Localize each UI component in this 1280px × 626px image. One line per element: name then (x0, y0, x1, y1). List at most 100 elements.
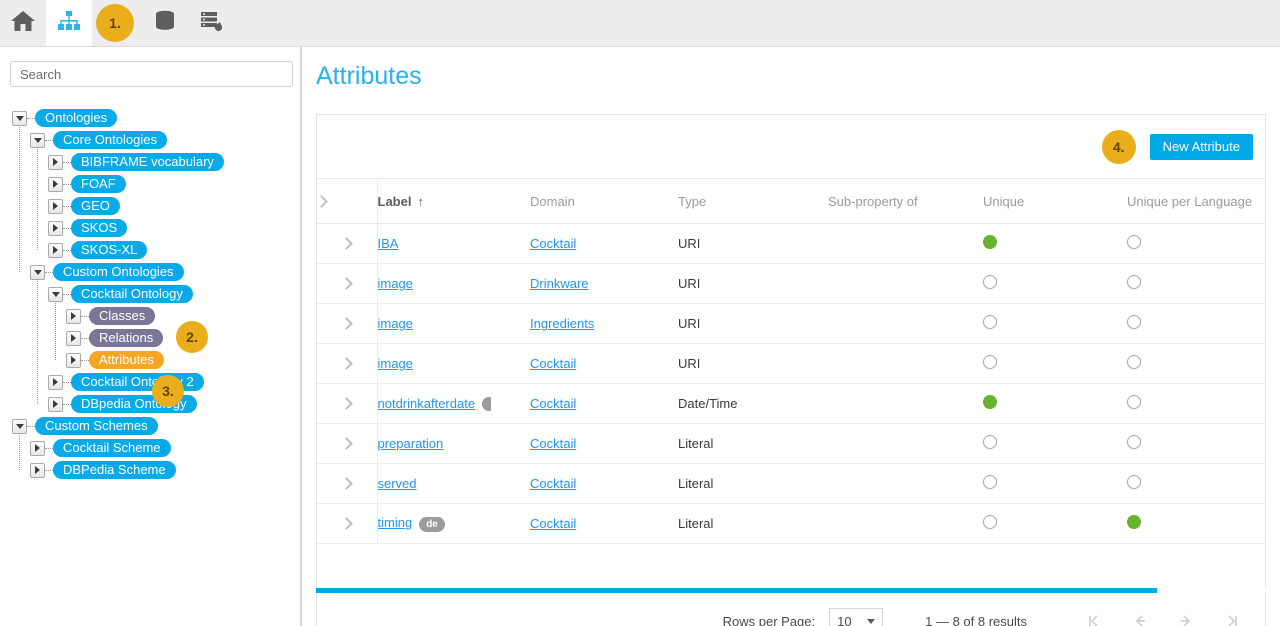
expand-toggle-icon[interactable] (66, 309, 81, 324)
collapse-toggle-icon[interactable] (30, 133, 45, 148)
server-tab[interactable] (188, 0, 234, 46)
row-expand-cell[interactable] (317, 224, 377, 264)
chevron-right-icon[interactable] (340, 397, 353, 410)
chevron-right-icon[interactable] (340, 317, 353, 330)
row-expand-cell[interactable] (317, 344, 377, 384)
expand-toggle-icon[interactable] (66, 331, 81, 346)
column-header-sub[interactable]: Sub-property of (828, 179, 983, 224)
tree-item-label[interactable]: Core Ontologies (53, 131, 167, 149)
first-page-button[interactable] (1071, 606, 1117, 626)
tree-item-label[interactable]: Custom Schemes (35, 417, 158, 435)
expand-all-header[interactable] (317, 179, 377, 224)
row-expand-cell[interactable] (317, 384, 377, 424)
column-header-label[interactable]: Label↑ (377, 179, 530, 224)
attribute-label-link[interactable]: timing (378, 515, 413, 530)
tree-item-label[interactable]: BIBFRAME vocabulary (71, 153, 224, 171)
attribute-label-link[interactable]: notdrinkafterdate (378, 396, 476, 411)
table-row[interactable]: imageCocktailURI (317, 344, 1266, 384)
expand-toggle-icon[interactable] (30, 463, 45, 478)
home-tab[interactable] (0, 0, 46, 46)
rows-per-page-select[interactable]: 10 (829, 608, 883, 626)
database-tab[interactable] (142, 0, 188, 46)
expand-toggle-icon[interactable] (66, 353, 81, 368)
next-page-button[interactable] (1163, 606, 1209, 626)
tree-item-label[interactable]: Attributes (89, 351, 164, 369)
new-attribute-button[interactable]: New Attribute (1150, 134, 1253, 160)
table-row[interactable]: imageIngredientsURI (317, 304, 1266, 344)
tree-item-label[interactable]: FOAF (71, 175, 126, 193)
tree-item-bibframe-vocabulary[interactable]: BIBFRAME vocabulary (10, 151, 288, 173)
tree-item-label[interactable]: Classes (89, 307, 155, 325)
tree-item-cocktail-ontology-2[interactable]: Cocktail Ontology 2 (10, 371, 288, 393)
expand-toggle-icon[interactable] (48, 243, 63, 258)
table-row[interactable]: imageDrinkwareURI (317, 264, 1266, 304)
attribute-label-link[interactable]: image (378, 276, 413, 291)
collapse-toggle-icon[interactable] (30, 265, 45, 280)
expand-toggle-icon[interactable] (48, 177, 63, 192)
search-input[interactable] (10, 61, 293, 87)
tree-item-label[interactable]: DBPedia Scheme (53, 461, 176, 479)
row-expand-cell[interactable] (317, 424, 377, 464)
tree-item-foaf[interactable]: FOAF (10, 173, 288, 195)
expand-toggle-icon[interactable] (48, 375, 63, 390)
tree-item-relations[interactable]: Relations (10, 327, 288, 349)
tree-item-custom-schemes[interactable]: Custom Schemes (10, 415, 288, 437)
expand-toggle-icon[interactable] (48, 155, 63, 170)
domain-link[interactable]: Cocktail (530, 476, 576, 491)
row-expand-cell[interactable] (317, 304, 377, 344)
tree-item-classes[interactable]: Classes (10, 305, 288, 327)
domain-link[interactable]: Cocktail (530, 236, 576, 251)
tree-item-ontologies[interactable]: Ontologies (10, 107, 288, 129)
expand-toggle-icon[interactable] (48, 397, 63, 412)
table-row[interactable]: IBACocktailURI (317, 224, 1266, 264)
collapse-toggle-icon[interactable] (12, 419, 27, 434)
tree-item-dbpedia-ontology[interactable]: DBpedia Ontology (10, 393, 288, 415)
table-row[interactable]: preparationCocktailLiteral (317, 424, 1266, 464)
tree-item-label[interactable]: Cocktail Scheme (53, 439, 171, 457)
chevron-right-icon[interactable] (340, 357, 353, 370)
prev-page-button[interactable] (1117, 606, 1163, 626)
tree-item-attributes[interactable]: Attributes (10, 349, 288, 371)
tree-item-label[interactable]: Relations (89, 329, 163, 347)
expand-toggle-icon[interactable] (48, 221, 63, 236)
expand-toggle-icon[interactable] (48, 199, 63, 214)
table-row[interactable]: timingdeCocktailLiteral (317, 504, 1266, 544)
hierarchy-tab[interactable] (46, 0, 92, 46)
column-header-unique[interactable]: Unique (983, 179, 1127, 224)
tree-item-label[interactable]: SKOS-XL (71, 241, 147, 259)
chevron-right-icon[interactable] (317, 195, 328, 208)
column-header-uniqlang[interactable]: Unique per Language (1127, 179, 1266, 224)
tree-item-skos[interactable]: SKOS (10, 217, 288, 239)
tree-item-label[interactable]: Custom Ontologies (53, 263, 184, 281)
domain-link[interactable]: Cocktail (530, 516, 576, 531)
tree-item-custom-ontologies[interactable]: Custom Ontologies (10, 261, 288, 283)
collapse-toggle-icon[interactable] (12, 111, 27, 126)
chevron-right-icon[interactable] (340, 277, 353, 290)
chevron-right-icon[interactable] (340, 477, 353, 490)
attribute-label-link[interactable]: image (378, 356, 413, 371)
domain-link[interactable]: Cocktail (530, 436, 576, 451)
tree-item-geo[interactable]: GEO (10, 195, 288, 217)
tree-item-label[interactable]: SKOS (71, 219, 127, 237)
column-header-type[interactable]: Type (678, 179, 828, 224)
attribute-label-link[interactable]: image (378, 316, 413, 331)
last-page-button[interactable] (1209, 606, 1255, 626)
domain-link[interactable]: Cocktail (530, 356, 576, 371)
chevron-right-icon[interactable] (340, 237, 353, 250)
attribute-label-link[interactable]: IBA (378, 236, 399, 251)
collapse-toggle-icon[interactable] (48, 287, 63, 302)
domain-link[interactable]: Ingredients (530, 316, 594, 331)
column-header-domain[interactable]: Domain (530, 179, 678, 224)
domain-link[interactable]: Cocktail (530, 396, 576, 411)
attribute-label-link[interactable]: preparation (378, 436, 444, 451)
row-expand-cell[interactable] (317, 264, 377, 304)
table-row[interactable]: notdrinkafterdateCocktailDate/Time (317, 384, 1266, 424)
attribute-label-link[interactable]: served (378, 476, 417, 491)
tree-item-label[interactable]: GEO (71, 197, 120, 215)
row-expand-cell[interactable] (317, 464, 377, 504)
chevron-right-icon[interactable] (340, 517, 353, 530)
chevron-right-icon[interactable] (340, 437, 353, 450)
tree-item-label[interactable]: Ontologies (35, 109, 117, 127)
tree-item-skos-xl[interactable]: SKOS-XL (10, 239, 288, 261)
tree-item-cocktail-ontology[interactable]: Cocktail Ontology (10, 283, 288, 305)
